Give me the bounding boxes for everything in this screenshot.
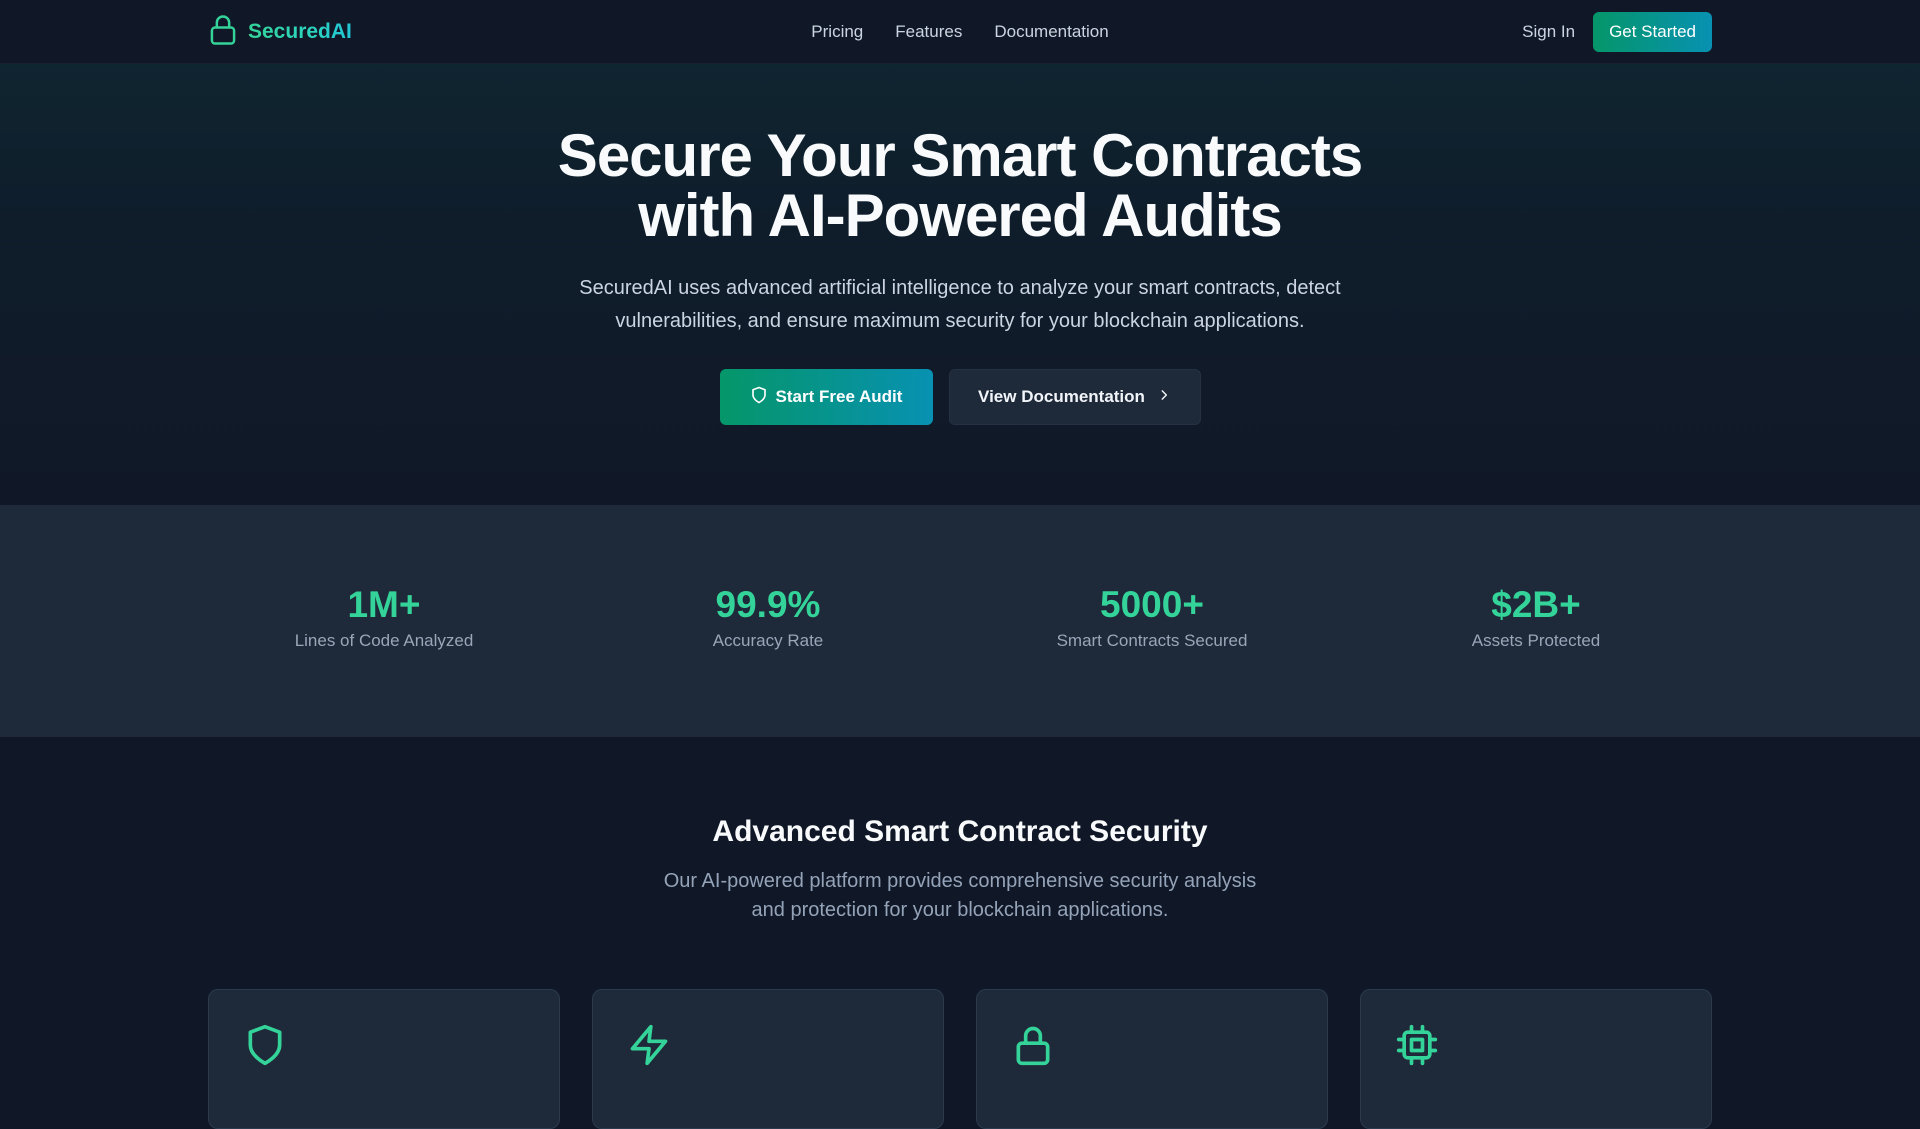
stat-label: Accuracy Rate <box>712 631 824 650</box>
chevron-right-icon <box>1157 387 1171 408</box>
hero-subtitle-line1: SecuredAI uses advanced artificial intel… <box>579 277 1341 299</box>
cpu-chip-icon <box>1395 1023 1439 1067</box>
stat-accuracy-rate: 99.9% Accuracy Rate <box>576 583 960 651</box>
stat-value: $2B+ <box>1491 584 1581 625</box>
start-free-audit-button[interactable]: Start Free Audit <box>719 369 933 425</box>
hero-subtitle: SecuredAI uses advanced artificial intel… <box>535 272 1385 338</box>
hero-section: Secure Your Smart Contracts with AI-Powe… <box>0 64 1920 505</box>
features-subtitle-line1: Our AI-powered platform provides compreh… <box>663 870 1257 892</box>
feature-card-protection[interactable] <box>976 989 1328 1129</box>
top-navbar: SecuredAI Pricing Features Documentation… <box>0 0 1920 64</box>
features-title: Advanced Smart Contract Security <box>712 815 1208 848</box>
stats-section: 1M+ Lines of Code Analyzed 99.9% Accurac… <box>0 505 1920 737</box>
hero-actions: Start Free Audit View Documentation <box>0 369 1920 425</box>
view-documentation-button[interactable]: View Documentation <box>948 369 1201 425</box>
feature-card-speed[interactable] <box>592 989 944 1129</box>
nav-link-features[interactable]: Features <box>895 22 962 42</box>
brand-logo-link[interactable]: SecuredAI <box>208 14 352 51</box>
brand-name: SecuredAI <box>248 20 352 43</box>
stat-contracts-secured: 5000+ Smart Contracts Secured <box>960 583 1344 651</box>
nav-actions: Sign In Get Started <box>1522 12 1712 52</box>
nav-link-pricing[interactable]: Pricing <box>811 22 863 42</box>
features-subtitle: Our AI-powered platform provides compreh… <box>610 867 1310 925</box>
stat-label: Assets Protected <box>1471 631 1601 650</box>
stat-value: 99.9% <box>715 584 821 625</box>
feature-card-ai[interactable] <box>1360 989 1712 1129</box>
nav-link-documentation[interactable]: Documentation <box>994 22 1108 42</box>
stat-value: 5000+ <box>1100 584 1204 625</box>
features-subtitle-line2: and protection for your blockchain appli… <box>751 899 1169 921</box>
shield-icon <box>750 385 768 410</box>
hero-subtitle-line2: vulnerabilities, and ensure maximum secu… <box>615 310 1305 332</box>
stat-value: 1M+ <box>347 584 421 625</box>
stat-label: Lines of Code Analyzed <box>294 631 474 650</box>
hero-title: Secure Your Smart Contracts with AI-Powe… <box>0 126 1920 246</box>
feature-card-security[interactable] <box>208 989 560 1129</box>
stat-lines-of-code: 1M+ Lines of Code Analyzed <box>192 583 576 651</box>
view-documentation-label: View Documentation <box>978 387 1145 406</box>
shield-icon <box>243 1023 287 1067</box>
stat-label: Smart Contracts Secured <box>1056 631 1248 650</box>
lightning-icon <box>627 1023 671 1067</box>
start-free-audit-label: Start Free Audit <box>775 387 903 406</box>
lock-icon <box>208 14 238 51</box>
hero-title-line2: with AI-Powered Audits <box>638 182 1283 249</box>
sign-in-link[interactable]: Sign In <box>1522 22 1575 42</box>
get-started-button[interactable]: Get Started <box>1593 12 1712 52</box>
hero-title-line1: Secure Your Smart Contracts <box>557 122 1363 189</box>
stat-assets-protected: $2B+ Assets Protected <box>1344 583 1728 651</box>
lock-icon <box>1011 1023 1055 1067</box>
